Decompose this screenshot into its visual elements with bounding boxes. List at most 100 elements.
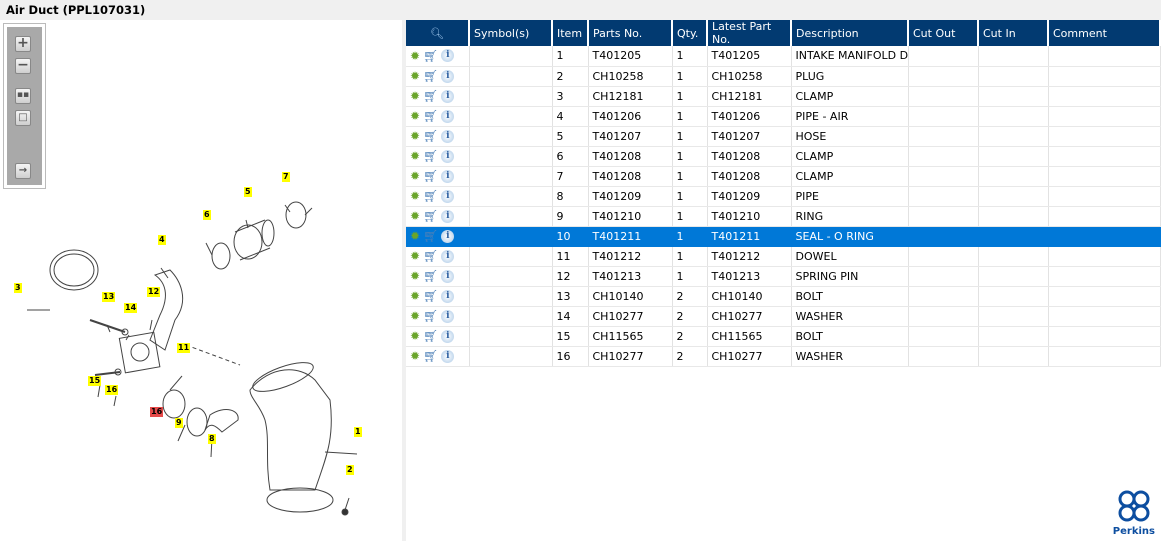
column-header[interactable]: Latest Part No. (707, 20, 792, 46)
callout-4[interactable]: 4 (158, 235, 166, 245)
cart-icon[interactable]: 🛒︎ (423, 349, 438, 363)
callout-14[interactable]: 14 (124, 303, 138, 313)
gear-icon[interactable]: ✹ (410, 289, 420, 303)
table-row[interactable]: ✹ 🛒︎ i 16 CH10277 2 CH10277 WASHER (406, 346, 1161, 367)
gear-icon[interactable]: ✹ (410, 169, 420, 183)
gear-icon[interactable]: ✹ (410, 69, 420, 83)
info-icon[interactable]: i (441, 269, 455, 283)
info-icon[interactable]: i (441, 129, 455, 143)
table-row[interactable]: ✹ 🛒︎ i 4 T401206 1 T401206 PIPE - AIR (406, 106, 1161, 127)
callout-2[interactable]: 2 (346, 465, 354, 475)
info-icon[interactable]: i (441, 49, 455, 63)
callout-15[interactable]: 15 (88, 376, 102, 386)
info-icon[interactable]: i (441, 289, 455, 303)
gear-icon[interactable]: ✹ (410, 109, 420, 123)
part-number-cell: T401206 (588, 106, 673, 127)
callout-16[interactable]: 16 (105, 385, 119, 395)
column-header[interactable]: Comment (1048, 20, 1161, 46)
table-row[interactable]: ✹ 🛒︎ i 2 CH10258 1 CH10258 PLUG (406, 66, 1161, 87)
table-row[interactable]: ✹ 🛒︎ i 1 T401205 1 T401205 INTAKE MANIFOLD DU (406, 46, 1161, 67)
fit-all-button[interactable]: ▪▪ (15, 88, 31, 104)
info-icon[interactable]: i (441, 149, 455, 163)
callout-3[interactable]: 3 (14, 283, 22, 293)
info-icon[interactable]: i (441, 249, 455, 263)
zoom-in-button[interactable]: + (15, 36, 31, 52)
callout-8[interactable]: 8 (208, 434, 216, 444)
callout-11[interactable]: 11 (177, 343, 191, 353)
cart-icon[interactable]: 🛒︎ (423, 229, 438, 243)
info-icon[interactable]: i (441, 349, 455, 363)
gear-icon[interactable]: ✹ (410, 309, 420, 323)
gear-icon[interactable]: ✹ (410, 189, 420, 203)
info-icon[interactable]: i (441, 189, 455, 203)
info-icon[interactable]: i (441, 169, 455, 183)
cart-icon[interactable]: 🛒︎ (423, 329, 438, 343)
search-column-header[interactable]: 🔍︎ (406, 20, 470, 46)
callout-5[interactable]: 5 (244, 187, 252, 197)
cart-icon[interactable]: 🛒︎ (423, 269, 438, 283)
gear-icon[interactable]: ✹ (410, 209, 420, 223)
gear-icon[interactable]: ✹ (410, 329, 420, 343)
table-row[interactable]: ✹ 🛒︎ i 7 T401208 1 T401208 CLAMP (406, 166, 1161, 187)
info-icon[interactable]: i (441, 329, 455, 343)
item-cell: 11 (552, 246, 589, 267)
cut-out-cell (908, 166, 979, 187)
gear-icon[interactable]: ✹ (410, 229, 420, 243)
gear-icon[interactable]: ✹ (410, 129, 420, 143)
column-header[interactable]: Description (791, 20, 909, 46)
column-header[interactable]: Item (552, 20, 589, 46)
info-icon[interactable]: i (441, 89, 455, 103)
export-button[interactable]: → (15, 163, 31, 179)
callout-9[interactable]: 9 (175, 418, 183, 428)
table-row[interactable]: ✹ 🛒︎ i 12 T401213 1 T401213 SPRING PIN (406, 266, 1161, 287)
cart-icon[interactable]: 🛒︎ (423, 109, 438, 123)
gear-icon[interactable]: ✹ (410, 49, 420, 63)
table-row[interactable]: ✹ 🛒︎ i 6 T401208 1 T401208 CLAMP (406, 146, 1161, 167)
gear-icon[interactable]: ✹ (410, 89, 420, 103)
cart-icon[interactable]: 🛒︎ (423, 289, 438, 303)
table-row[interactable]: ✹ 🛒︎ i 13 CH10140 2 CH10140 BOLT (406, 286, 1161, 307)
cart-icon[interactable]: 🛒︎ (423, 69, 438, 83)
cart-icon[interactable]: 🛒︎ (423, 309, 438, 323)
cart-icon[interactable]: 🛒︎ (423, 129, 438, 143)
table-row[interactable]: ✹ 🛒︎ i 8 T401209 1 T401209 PIPE (406, 186, 1161, 207)
callout-16-highlighted[interactable]: 16 (150, 407, 164, 417)
table-row[interactable]: ✹ 🛒︎ i 11 T401212 1 T401212 DOWEL (406, 246, 1161, 267)
actual-size-button[interactable]: □ (15, 110, 31, 126)
cart-icon[interactable]: 🛒︎ (423, 189, 438, 203)
callout-7[interactable]: 7 (282, 172, 290, 182)
gear-icon[interactable]: ✹ (410, 349, 420, 363)
table-row[interactable]: ✹ 🛒︎ i 3 CH12181 1 CH12181 CLAMP (406, 86, 1161, 107)
cart-icon[interactable]: 🛒︎ (423, 209, 438, 223)
table-row[interactable]: ✹ 🛒︎ i 14 CH10277 2 CH10277 WASHER (406, 306, 1161, 327)
cart-icon[interactable]: 🛒︎ (423, 149, 438, 163)
column-header[interactable]: Cut Out (908, 20, 979, 46)
zoom-out-button[interactable]: − (15, 58, 31, 74)
column-header[interactable]: Qty. (672, 20, 708, 46)
cart-icon[interactable]: 🛒︎ (423, 169, 438, 183)
info-icon[interactable]: i (441, 69, 455, 83)
callout-6[interactable]: 6 (203, 210, 211, 220)
search-icon[interactable]: 🔍︎ (430, 27, 444, 40)
gear-icon[interactable]: ✹ (410, 249, 420, 263)
gear-icon[interactable]: ✹ (410, 269, 420, 283)
column-header[interactable]: Cut In (978, 20, 1049, 46)
info-icon[interactable]: i (441, 109, 455, 123)
callout-12[interactable]: 12 (147, 287, 161, 297)
table-row[interactable]: ✹ 🛒︎ i 15 CH11565 2 CH11565 BOLT (406, 326, 1161, 347)
callout-13[interactable]: 13 (102, 292, 116, 302)
table-row[interactable]: ✹ 🛒︎ i 10 T401211 1 T401211 SEAL - O RING (406, 226, 1161, 247)
column-header[interactable]: Symbol(s) (469, 20, 553, 46)
diagram-panel[interactable]: + − ▪▪ □ → 7 5 6 4 3 13 12 14 11 15 16 1… (0, 20, 402, 541)
info-icon[interactable]: i (441, 229, 455, 243)
info-icon[interactable]: i (441, 209, 455, 223)
cart-icon[interactable]: 🛒︎ (423, 89, 438, 103)
callout-1[interactable]: 1 (354, 427, 362, 437)
info-icon[interactable]: i (441, 309, 455, 323)
table-row[interactable]: ✹ 🛒︎ i 5 T401207 1 T401207 HOSE (406, 126, 1161, 147)
table-row[interactable]: ✹ 🛒︎ i 9 T401210 1 T401210 RING (406, 206, 1161, 227)
column-header[interactable]: Parts No. (588, 20, 673, 46)
gear-icon[interactable]: ✹ (410, 149, 420, 163)
cart-icon[interactable]: 🛒︎ (423, 249, 438, 263)
cart-icon[interactable]: 🛒︎ (423, 49, 438, 63)
